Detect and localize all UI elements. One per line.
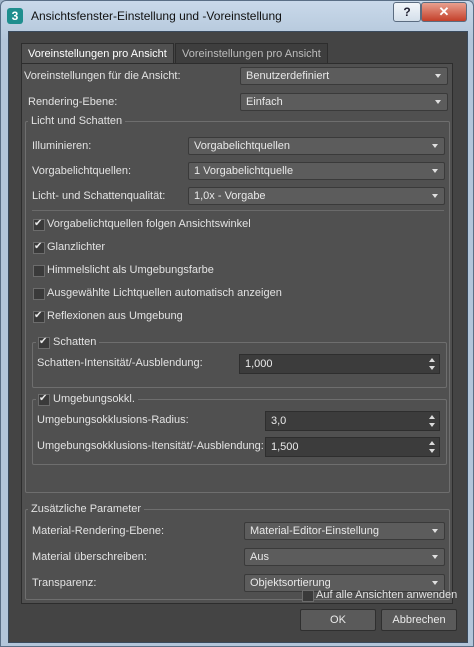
shadow-intensity-value: 1,000 [245,358,273,370]
checkbox-shadows[interactable] [38,336,50,349]
ao-intensity-label: Umgebungsokklusions-Itensität/-Ausblendu… [37,440,264,452]
rendering-level-label: Rendering-Ebene: [28,96,118,108]
tab-panel: Voreinstellungen für die Ansicht: Benutz… [21,63,453,604]
checkbox-apply-all-views[interactable] [302,590,314,602]
auto-display-selected-lights-label: Ausgewählte Lichtquellen automatisch anz… [47,287,282,299]
lighting-group: Licht und Schatten Illuminieren: Vorgabe… [25,115,450,493]
tab-view-presets-inactive[interactable]: Voreinstellungen pro Ansicht [175,43,328,64]
rendering-level-dropdown[interactable]: Einfach [240,93,448,111]
chevron-down-icon [435,74,441,78]
checkbox-highlights[interactable] [33,241,45,254]
close-button[interactable]: ✕ [421,2,467,22]
override-material-value: Aus [250,551,269,563]
rendering-level-value: Einfach [246,96,283,108]
illuminate-label: Illuminieren: [32,140,92,152]
shadow-intensity-label: Schatten-Intensität/-Ausblendung: [37,357,203,369]
checkbox-lights-follow-view[interactable] [33,218,45,231]
chevron-down-icon [432,144,438,148]
lighting-group-title: Licht und Schatten [28,115,126,127]
quality-label: Licht- und Schattenqualität: [32,190,166,202]
chevron-down-icon [432,581,438,585]
default-lights-value: 1 Vorgabelichtquelle [194,165,294,177]
chevron-down-icon [432,194,438,198]
reflections-environment-label: Reflexionen aus Umgebung [47,310,183,322]
chevron-down-icon [432,169,438,173]
app-icon: 3 [7,8,23,24]
chevron-down-icon [435,100,441,104]
view-preset-value: Benutzerdefiniert [246,70,330,82]
spinner-down-icon[interactable] [429,366,435,370]
transparency-value: Objektsortierung [250,577,331,589]
window-title: Ansichtsfenster-Einstellung und -Voreins… [31,9,282,23]
illuminate-dropdown[interactable]: Vorgabelichtquellen [188,137,445,155]
ok-button[interactable]: OK [300,609,376,631]
checkbox-reflections-environment[interactable] [33,310,45,323]
spinner-up-icon[interactable] [429,358,435,362]
shadow-intensity-spinner[interactable]: 1,000 [239,354,440,374]
quality-value: 1,0x - Vorgabe [194,190,266,202]
title-bar[interactable]: 3 Ansichtsfenster-Einstellung und -Vorei… [1,1,473,31]
illuminate-value: Vorgabelichtquellen [194,140,291,152]
highlights-label: Glanzlichter [47,241,106,253]
lights-follow-view-label: Vorgabelichtquellen folgen Ansichtswinke… [47,218,251,230]
material-rendering-label: Material-Rendering-Ebene: [32,525,165,537]
additional-params-title: Zusätzliche Parameter [28,503,145,515]
ao-intensity-spinner[interactable]: 1,500 [265,437,440,457]
chevron-down-icon [432,529,438,533]
view-preset-dropdown[interactable]: Benutzerdefiniert [240,67,448,85]
help-button[interactable]: ? [393,2,421,22]
spinner-down-icon[interactable] [429,423,435,427]
transparency-label: Transparenz: [32,577,97,589]
divider [32,210,444,211]
ao-radius-label: Umgebungsokklusions-Radius: [37,414,189,426]
material-rendering-value: Material-Editor-Einstellung [250,525,379,537]
override-material-label: Material überschreiben: [32,551,147,563]
default-lights-label: Vorgabelichtquellen: [32,165,132,177]
checkbox-ambient-occlusion[interactable] [38,393,50,406]
chevron-down-icon [432,555,438,559]
checkbox-skylight-ambient[interactable] [33,265,45,277]
default-lights-dropdown[interactable]: 1 Vorgabelichtquelle [188,162,445,180]
skylight-ambient-label: Himmelslicht als Umgebungsfarbe [47,264,214,276]
view-preset-label: Voreinstellungen für die Ansicht: [24,70,181,82]
spinner-up-icon[interactable] [429,441,435,445]
tab-view-presets-active[interactable]: Voreinstellungen pro Ansicht [21,43,174,64]
ao-intensity-value: 1,500 [271,441,299,453]
override-material-dropdown[interactable]: Aus [244,548,445,566]
shadows-group: Schatten Schatten-Intensität/-Ausblendun… [32,336,447,388]
cancel-button[interactable]: Abbrechen [381,609,457,631]
ambient-occlusion-title: Umgebungsokkl. [36,393,138,405]
ao-radius-spinner[interactable]: 3,0 [265,411,440,431]
ao-radius-value: 3,0 [271,415,287,427]
quality-dropdown[interactable]: 1,0x - Vorgabe [188,187,445,205]
dialog-window: 3 Ansichtsfenster-Einstellung und -Vorei… [0,0,474,647]
ambient-occlusion-group: Umgebungsokkl. Umgebungsokklusions-Radiu… [32,393,447,465]
additional-params-group: Zusätzliche Parameter Material-Rendering… [25,503,450,600]
apply-all-views-label: Auf alle Ansichten anwenden [316,589,458,601]
checkbox-auto-display-selected-lights[interactable] [33,288,45,300]
material-rendering-dropdown[interactable]: Material-Editor-Einstellung [244,522,445,540]
spinner-up-icon[interactable] [429,415,435,419]
spinner-down-icon[interactable] [429,449,435,453]
dialog-content: Voreinstellungen pro Ansicht Voreinstell… [8,31,468,643]
